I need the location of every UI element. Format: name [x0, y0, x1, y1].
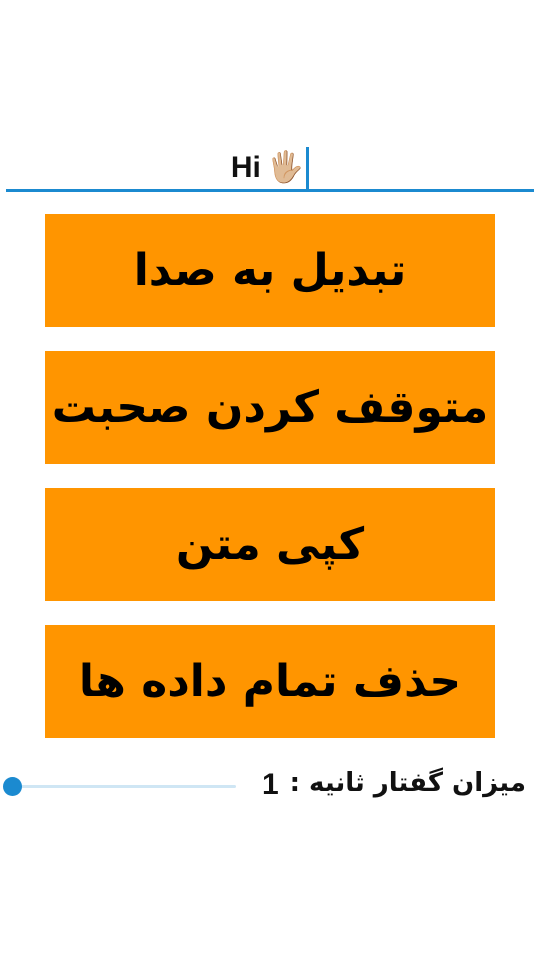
text-input-field[interactable]: Hi 🖐🏼: [6, 140, 534, 192]
speech-rate-row: 1 میزان گفتار ثانیه :: [0, 760, 540, 812]
convert-to-speech-label: تبدیل به صدا: [133, 245, 407, 296]
stop-speaking-label: متوقف کردن صحبت: [51, 382, 489, 433]
raised-hand-icon: 🖐🏼: [266, 150, 305, 185]
input-text-value: Hi: [230, 151, 261, 184]
speech-rate-label: میزان گفتار ثانیه :: [289, 768, 526, 798]
convert-to-speech-button[interactable]: تبدیل به صدا: [45, 214, 495, 327]
input-content: Hi 🖐🏼: [6, 147, 534, 189]
speech-rate-slider-thumb[interactable]: [3, 777, 22, 796]
text-caret: [306, 147, 310, 189]
delete-all-data-label: حذف تمام داده ها: [78, 656, 462, 707]
screen: Hi 🖐🏼 تبدیل به صدا متوقف کردن صحبت کپی م…: [0, 0, 540, 960]
speech-rate-slider-track[interactable]: [12, 785, 236, 788]
stop-speaking-button[interactable]: متوقف کردن صحبت: [45, 351, 495, 464]
copy-text-button[interactable]: کپی متن: [45, 488, 495, 601]
delete-all-data-button[interactable]: حذف تمام داده ها: [45, 625, 495, 738]
speech-rate-value: 1: [262, 768, 279, 801]
input-value: Hi 🖐🏼: [231, 151, 304, 185]
copy-text-label: کپی متن: [175, 519, 365, 570]
